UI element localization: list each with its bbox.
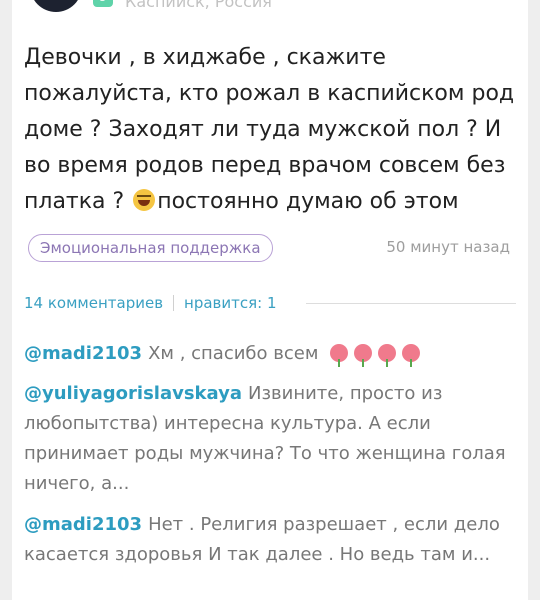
comments-count-link[interactable]: 14 комментариев [24, 294, 163, 312]
laughing-face-icon [133, 189, 156, 211]
comment-item[interactable]: @madi2103 Нет . Религия разрешает , если … [24, 510, 519, 570]
author-avatar[interactable] [30, 0, 82, 12]
comment-username[interactable]: @madi2103 [24, 343, 142, 364]
post-text-tail: постоянно думаю об этом [157, 189, 459, 214]
comment-username[interactable]: @madi2103 [24, 514, 142, 535]
comment-item[interactable]: @yuliyagorislavskaya Извините, просто из … [24, 379, 519, 499]
post-time: 50 минут назад [386, 238, 510, 256]
rose-icon [330, 344, 349, 367]
comment-item[interactable]: @madi2103 Хм , спасибо всем [24, 339, 519, 369]
author-badge: 5 [93, 0, 113, 7]
comment-username[interactable]: @yuliyagorislavskaya [24, 383, 242, 404]
stats-divider [306, 303, 516, 304]
stats-separator [173, 295, 175, 311]
likes-count-link[interactable]: нравится: 1 [184, 294, 276, 312]
rose-icon [354, 344, 373, 367]
author-location: Каспийск, Россия [125, 0, 272, 11]
post-body: Девочки , в хиджабе , скажите пожалуйста… [24, 40, 519, 220]
comment-text: Хм , спасибо всем [148, 343, 319, 364]
rose-icon [378, 344, 397, 367]
rose-icon [402, 344, 421, 367]
post-stats: 14 комментариев нравится: 1 [24, 294, 277, 312]
post-card[interactable]: 5 Каспийск, Россия Девочки , в хиджабе ,… [12, 0, 528, 600]
category-tag[interactable]: Эмоциональная поддержка [28, 234, 273, 262]
